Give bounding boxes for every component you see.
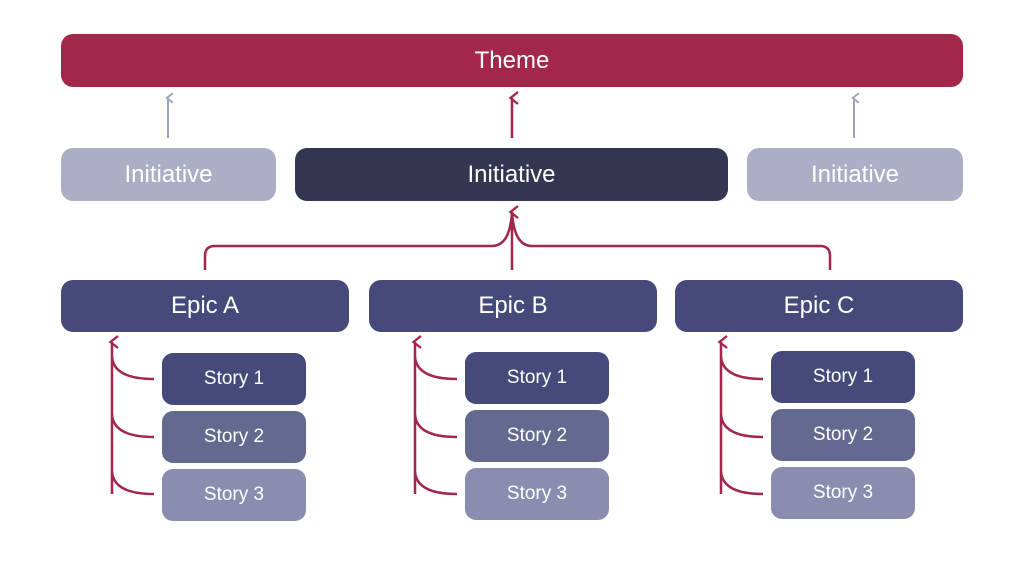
story-node: Story 1	[162, 353, 306, 405]
story-node: Story 3	[162, 469, 306, 521]
initiative-node-center: Initiative	[295, 148, 728, 201]
story-node: Story 2	[162, 411, 306, 463]
epic-node-c: Epic C	[675, 280, 963, 332]
epic-node-b: Epic B	[369, 280, 657, 332]
connector-epic-c	[510, 211, 832, 270]
initiative-node-right: Initiative	[747, 148, 963, 201]
theme-node: Theme	[61, 34, 963, 87]
story-connectors-epic-c	[717, 335, 764, 496]
story-node: Story 2	[771, 409, 915, 461]
epic-node-a: Epic A	[61, 280, 349, 332]
story-node: Story 3	[771, 467, 915, 519]
story-node: Story 1	[771, 351, 915, 403]
story-node: Story 1	[465, 352, 609, 404]
story-connectors-epic-b	[411, 335, 458, 496]
initiative-node-left: Initiative	[61, 148, 276, 201]
story-connectors-epic-a	[108, 335, 155, 496]
story-node: Story 3	[465, 468, 609, 520]
story-node: Story 2	[465, 410, 609, 462]
connector-epic-a	[203, 211, 514, 270]
